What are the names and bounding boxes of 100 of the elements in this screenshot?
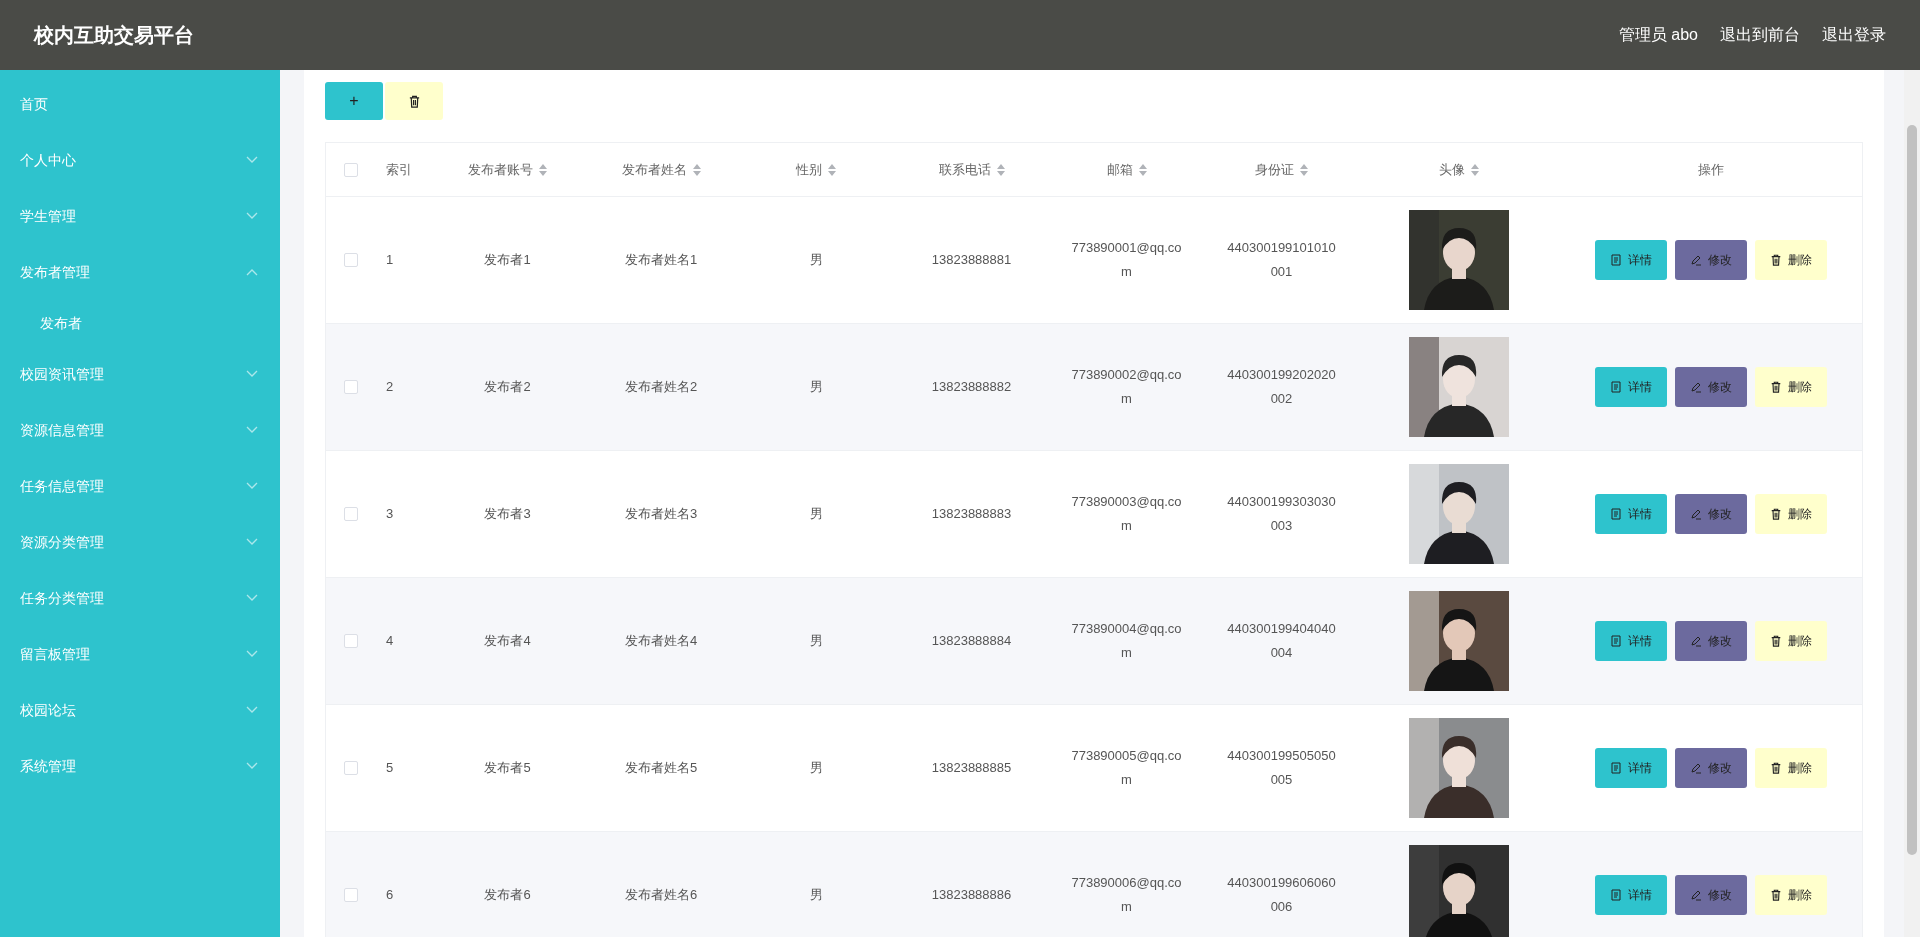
edit-button[interactable]: 修改 — [1674, 748, 1747, 788]
sidebar-item[interactable]: 发布者管理 — [0, 244, 280, 300]
sort-icon[interactable] — [539, 163, 547, 176]
row-checkbox[interactable] — [344, 507, 358, 521]
document-icon — [1609, 889, 1622, 901]
sort-icon[interactable] — [1471, 163, 1479, 176]
edit-icon — [1689, 508, 1702, 520]
email-cell-text: 773890006@qq.com — [1070, 874, 1183, 916]
column-header: 邮箱 — [1106, 160, 1133, 179]
name-cell-text: 发布者姓名2 — [624, 378, 698, 397]
row-checkbox[interactable] — [344, 761, 358, 775]
edit-icon — [1689, 381, 1702, 393]
header-link[interactable]: 退出登录 — [1822, 23, 1886, 47]
document-icon — [1609, 254, 1622, 266]
chevron-down-icon — [246, 370, 258, 378]
edit-button[interactable]: 修改 — [1674, 875, 1747, 915]
sidebar-item[interactable]: 系统管理 — [0, 738, 280, 794]
chevron-down-icon — [246, 706, 258, 714]
add-button[interactable]: + — [325, 82, 383, 120]
edit-icon — [1689, 254, 1702, 266]
delete-button[interactable]: 删除 — [1754, 240, 1827, 280]
details-button[interactable]: 详情 — [1594, 240, 1667, 280]
trash-icon — [1769, 381, 1782, 393]
sort-icon[interactable] — [1300, 163, 1308, 176]
delete-button[interactable]: 删除 — [1754, 367, 1827, 407]
name-cell-text: 发布者姓名4 — [624, 632, 698, 651]
phone-cell-text: 13823888881 — [931, 251, 1012, 270]
select-all-checkbox[interactable] — [344, 162, 358, 177]
document-icon — [1609, 762, 1622, 774]
index-cell-text: 2 — [386, 378, 394, 397]
scrollbar[interactable] — [1904, 70, 1920, 937]
delete-button[interactable]: 删除 — [1754, 875, 1827, 915]
sort-icon[interactable] — [996, 163, 1005, 176]
sidebar-item[interactable]: 任务分类管理 — [0, 570, 280, 626]
chevron-down-icon — [246, 650, 258, 658]
id-card-cell-text: 440300199101010001 — [1226, 239, 1337, 281]
gender-cell-text: 男 — [809, 886, 823, 905]
trash-icon — [407, 94, 421, 108]
name-cell-text: 发布者姓名3 — [624, 505, 698, 524]
column-header: 发布者账号 — [468, 160, 533, 179]
delete-button[interactable]: 删除 — [1754, 621, 1827, 661]
sidebar-item[interactable]: 校园论坛 — [0, 682, 280, 738]
email-cell-text: 773890005@qq.com — [1070, 747, 1183, 789]
trash-icon — [1769, 508, 1782, 520]
gender-cell-text: 男 — [809, 378, 823, 397]
column-header: 联系电话 — [938, 160, 991, 179]
header-link[interactable]: 管理员 abo — [1618, 23, 1698, 47]
delete-button[interactable] — [385, 82, 443, 120]
edit-button[interactable]: 修改 — [1674, 494, 1747, 534]
sort-icon[interactable] — [692, 163, 701, 176]
sidebar-item[interactable]: 学生管理 — [0, 188, 280, 244]
email-cell-text: 773890002@qq.com — [1070, 366, 1183, 408]
sort-icon[interactable] — [828, 163, 836, 176]
trash-icon — [1769, 635, 1782, 647]
column-header: 索引 — [386, 160, 412, 179]
sidebar-item[interactable]: 资源分类管理 — [0, 514, 280, 570]
account-cell-text: 发布者3 — [484, 505, 531, 524]
chevron-down-icon — [246, 594, 258, 602]
sidebar-item[interactable]: 资源信息管理 — [0, 402, 280, 458]
edit-icon — [1689, 889, 1702, 901]
row-checkbox[interactable] — [344, 888, 358, 902]
trash-icon — [1769, 254, 1782, 266]
delete-button[interactable]: 删除 — [1754, 494, 1827, 534]
sidebar-item[interactable]: 留言板管理 — [0, 626, 280, 682]
sidebar-subitem[interactable]: 发布者 — [0, 300, 280, 346]
edit-icon — [1689, 635, 1702, 647]
sort-icon[interactable] — [1138, 163, 1147, 176]
chevron-down-icon — [246, 156, 258, 164]
gender-cell-text: 男 — [809, 251, 823, 270]
edit-button[interactable]: 修改 — [1674, 240, 1747, 280]
document-icon — [1609, 508, 1622, 520]
sidebar-item[interactable]: 个人中心 — [0, 132, 280, 188]
email-cell-text: 773890004@qq.com — [1070, 620, 1183, 662]
edit-button[interactable]: 修改 — [1674, 367, 1747, 407]
row-checkbox[interactable] — [344, 380, 358, 394]
details-button[interactable]: 详情 — [1594, 621, 1667, 661]
scrollbar-thumb[interactable] — [1907, 125, 1917, 855]
header-link[interactable]: 退出到前台 — [1720, 23, 1800, 47]
chevron-down-icon — [246, 426, 258, 434]
row-checkbox[interactable] — [344, 253, 358, 267]
gender-cell-text: 男 — [809, 759, 823, 778]
details-button[interactable]: 详情 — [1594, 367, 1667, 407]
trash-icon — [1769, 889, 1782, 901]
app-title: 校内互助交易平台 — [34, 23, 194, 48]
edit-button[interactable]: 修改 — [1674, 621, 1747, 661]
column-header: 性别 — [796, 160, 822, 179]
account-cell-text: 发布者2 — [484, 378, 531, 397]
details-button[interactable]: 详情 — [1594, 748, 1667, 788]
phone-cell-text: 13823888883 — [931, 505, 1012, 524]
details-button[interactable]: 详情 — [1594, 875, 1667, 915]
phone-cell-text: 13823888884 — [931, 632, 1012, 651]
sidebar-item[interactable]: 校园资讯管理 — [0, 346, 280, 402]
chevron-up-icon — [246, 268, 258, 276]
delete-button[interactable]: 删除 — [1754, 748, 1827, 788]
chevron-down-icon — [246, 482, 258, 490]
details-button[interactable]: 详情 — [1594, 494, 1667, 534]
sidebar-item[interactable]: 首页 — [0, 76, 280, 132]
sidebar-item[interactable]: 任务信息管理 — [0, 458, 280, 514]
row-checkbox[interactable] — [344, 634, 358, 648]
phone-cell-text: 13823888882 — [931, 378, 1012, 397]
